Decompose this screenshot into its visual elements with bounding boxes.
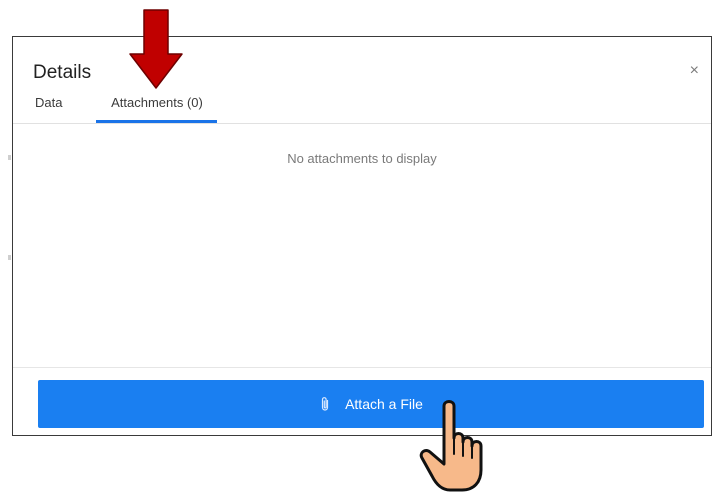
screenshot-stage: Details × Data Attachments (0) No attach…: [0, 0, 714, 494]
down-arrow-icon: [129, 9, 183, 89]
pointing-hand-icon: [419, 400, 483, 492]
footer-divider: [13, 367, 711, 368]
empty-attachments-message: No attachments to display: [287, 151, 437, 166]
details-dialog: Details × Data Attachments (0) No attach…: [12, 36, 712, 436]
dialog-title: Details: [33, 62, 92, 83]
attach-file-button[interactable]: Attach a File: [38, 380, 704, 428]
active-tab-indicator: [96, 120, 217, 123]
close-button[interactable]: ×: [690, 63, 699, 79]
tab-bar: Data Attachments (0): [13, 93, 711, 124]
background-tick: [8, 155, 11, 160]
background-tick: [8, 255, 11, 260]
paperclip-icon: [321, 397, 329, 411]
attach-file-label: Attach a File: [345, 396, 423, 412]
tab-attachments[interactable]: Attachments (0): [97, 93, 217, 123]
tab-data[interactable]: Data: [35, 93, 62, 123]
